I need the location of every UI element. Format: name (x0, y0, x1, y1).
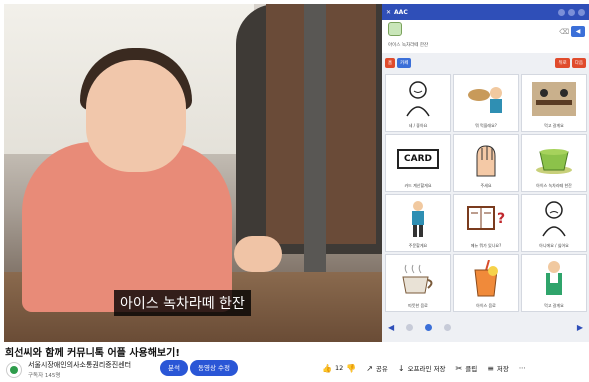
prev-page-icon[interactable]: ◀ (388, 323, 394, 332)
symbol-label: 따뜻한 음료 (408, 303, 428, 308)
page-dot-current[interactable] (425, 323, 433, 331)
no-person-icon (532, 199, 576, 239)
cafe-table-icon (532, 79, 576, 119)
symbol-label: 뭐 먹을래요? (475, 123, 497, 128)
symbol-label: 주세요 (480, 183, 492, 188)
sentence-text: 아이스 녹차라떼 한잔 (388, 43, 429, 48)
symbol-label: 카드 계산할게요 (404, 183, 432, 188)
share-label: 공유 (375, 365, 388, 373)
thumbs-down-icon[interactable]: 👎 (346, 364, 356, 373)
card-word: CARD (397, 149, 439, 169)
like-button[interactable]: 👍 12 👎 (322, 364, 356, 373)
symbol-card[interactable]: 주문할게요 (385, 194, 451, 252)
share-button[interactable]: ↗ 공유 (366, 363, 388, 374)
symbol-label: 아이스 녹차라떼 한잔 (536, 183, 572, 188)
download-label: 오프라인 저장 (407, 365, 446, 373)
order-person-icon (396, 199, 440, 239)
aac-app-panel: ✕ AAC 아이스 녹차라떼 한잔 ⌫ ◀ 홈 카페 뒤로 다음 네 / 좋아요 (382, 4, 589, 342)
symbol-card[interactable]: 뭐 먹을래요? (453, 74, 519, 132)
symbol-card[interactable]: 아니에요 / 싫어요 (521, 194, 587, 252)
channel-name[interactable]: 서울시장애인의사소통권리증진센터 (28, 360, 131, 370)
download-icon: ↓ (397, 363, 405, 373)
waiter-icon (532, 259, 576, 299)
card-symbol: CARD (396, 139, 440, 179)
symbol-label: 아이스 음료 (476, 303, 496, 308)
category-button[interactable]: 카페 (397, 58, 412, 68)
hot-drink-icon (396, 259, 440, 299)
download-button[interactable]: ↓ 오프라인 저장 (397, 363, 446, 374)
symbol-label: 먹고 갈게요 (544, 123, 564, 128)
symbol-label: 아니에요 / 싫어요 (539, 243, 569, 248)
clip-label: 클립 (465, 365, 478, 373)
symbol-label: 메뉴 뭐가 있나요? (470, 243, 502, 248)
eating-icon (464, 79, 508, 119)
save-label: 저장 (496, 365, 509, 373)
symbol-card[interactable]: 먹고 갈게요 (521, 254, 587, 312)
symbol-grid: 네 / 좋아요 뭐 먹을래요? 먹고 갈게요 CARD 카드 계산할게요 주세요… (385, 74, 587, 312)
settings-icon[interactable] (578, 8, 585, 16)
symbol-card[interactable]: 네 / 좋아요 (385, 74, 451, 132)
clip-button[interactable]: ✂ 클립 (455, 363, 478, 374)
channel-subscriber-count: 구독자 145명 (28, 373, 61, 379)
video-title: 희선씨와 함께 커뮤니톡 어플 사용해보기! (5, 348, 180, 359)
symbol-card[interactable]: 먹고 갈게요 (521, 74, 587, 132)
app-title-bar: ✕ AAC (382, 4, 589, 20)
thumbs-up-icon: 👍 (322, 363, 332, 373)
hand-icon (464, 139, 508, 179)
channel-avatar[interactable] (6, 362, 22, 378)
symbol-card[interactable]: 따뜻한 음료 (385, 254, 451, 312)
grid-pager: ◀ ▶ (382, 320, 589, 334)
symbol-label: 먹고 갈게요 (544, 303, 564, 308)
sentence-symbol-icon (388, 22, 402, 36)
save-button[interactable]: ≡ 저장 (487, 363, 509, 374)
like-count: 12 (334, 364, 344, 372)
symbol-card[interactable]: ? 메뉴 뭐가 있나요? (453, 194, 519, 252)
svg-text:?: ? (497, 211, 505, 227)
video-player[interactable]: 아이스 녹차라떼 한잔 ✕ AAC 아이스 녹차라떼 한잔 ⌫ ◀ 홈 카페 뒤… (4, 4, 589, 342)
symbol-card[interactable]: CARD 카드 계산할게요 (385, 134, 451, 192)
close-icon[interactable]: ✕ (386, 9, 391, 16)
scissors-icon: ✂ (455, 363, 463, 373)
next-page-icon[interactable]: ▶ (577, 323, 583, 332)
speaker-icon[interactable]: ◀ (571, 26, 585, 37)
green-tea-icon (532, 139, 576, 179)
symbol-card[interactable]: 아이스 음료 (453, 254, 519, 312)
more-button[interactable]: ⋯ (519, 364, 526, 372)
page-dot[interactable] (444, 323, 452, 331)
playlist-add-icon: ≡ (487, 363, 494, 373)
next-button[interactable]: 다음 (571, 58, 586, 68)
yes-person-icon (396, 79, 440, 119)
video-actions: 👍 12 👎 ↗ 공유 ↓ 오프라인 저장 ✂ 클립 ≡ 저장 ⋯ (322, 360, 525, 376)
menu-icon: ? (464, 199, 508, 239)
share-icon: ↗ (366, 363, 373, 373)
home-button[interactable]: 홈 (385, 58, 396, 68)
symbol-label: 주문할게요 (408, 243, 428, 248)
symbol-card[interactable]: 주세요 (453, 134, 519, 192)
page-dot[interactable] (406, 323, 414, 331)
sentence-bar: 아이스 녹차라떼 한잔 ⌫ ◀ (382, 20, 589, 53)
edit-video-button[interactable]: 동영상 수정 (190, 360, 238, 376)
symbol-label: 네 / 좋아요 (408, 123, 428, 128)
backspace-icon[interactable]: ⌫ (559, 28, 569, 36)
user-icon[interactable] (568, 8, 575, 16)
video-caption: 아이스 녹차라떼 한잔 (114, 290, 251, 316)
back-button[interactable]: 뒤로 (555, 58, 570, 68)
help-icon[interactable] (558, 8, 565, 16)
app-toolbar: 홈 카페 뒤로 다음 (382, 53, 589, 73)
app-title: AAC (394, 8, 408, 16)
analytics-button[interactable]: 분석 (160, 360, 188, 376)
iced-drink-icon (464, 259, 508, 299)
symbol-card[interactable]: 아이스 녹차라떼 한잔 (521, 134, 587, 192)
